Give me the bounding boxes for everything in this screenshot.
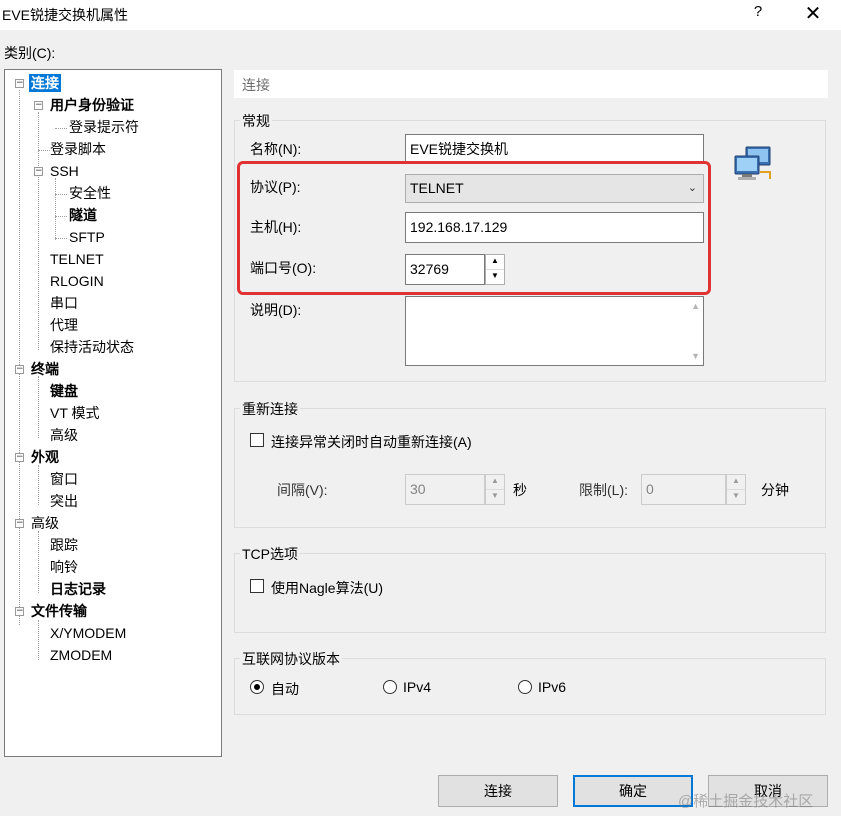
section-title: 连接 [242, 77, 270, 93]
description-textarea[interactable]: ▲ ▼ [405, 296, 704, 366]
help-button[interactable]: ? [744, 3, 772, 25]
tree-item-xymodem[interactable]: X/YMODEM [50, 624, 126, 642]
tree-item-highlight[interactable]: 突出 [50, 492, 78, 510]
nagle-label: 使用Nagle算法(U) [271, 580, 384, 596]
tree-connector-line [55, 216, 67, 217]
ipv6-radio[interactable] [518, 680, 532, 694]
tree-item-zmodem[interactable]: ZMODEM [50, 646, 112, 664]
collapse-toggle-icon[interactable]: − [15, 365, 24, 374]
collapse-toggle-icon[interactable]: − [15, 79, 24, 88]
tree-connector-line [55, 178, 56, 240]
limit-spinner[interactable]: ▲ ▼ [726, 474, 746, 505]
collapse-toggle-icon[interactable]: − [34, 167, 43, 176]
limit-label: 限制(L): [579, 482, 628, 498]
reconnect-group [234, 408, 826, 528]
spin-up-icon[interactable]: ▲ [727, 475, 745, 490]
ip-auto-label: 自动 [271, 681, 299, 697]
ipv4-radio[interactable] [383, 680, 397, 694]
tree-item-terminal-advanced[interactable]: 高级 [50, 426, 78, 444]
interval-spinner[interactable]: ▲ ▼ [485, 474, 505, 505]
spin-up-icon[interactable]: ▲ [486, 475, 504, 490]
tree-connector-line [55, 194, 67, 195]
tree-item-proxy[interactable]: 代理 [50, 316, 78, 334]
ipv6-label: IPv6 [538, 679, 567, 695]
window-title: EVE锐捷交换机属性 [2, 7, 129, 23]
reconnect-group-title: 重新连接 [240, 399, 300, 419]
ip-version-group-title: 互联网协议版本 [240, 649, 342, 669]
section-header: 连接 [234, 70, 828, 98]
collapse-toggle-icon[interactable]: − [15, 607, 24, 616]
tree-item-logging[interactable]: 日志记录 [50, 580, 106, 598]
tree-item-trace[interactable]: 跟踪 [50, 536, 78, 554]
name-input[interactable]: EVE锐捷交换机 [405, 134, 704, 164]
tree-item-window[interactable]: 窗口 [50, 470, 78, 488]
description-label: 说明(D): [250, 302, 302, 318]
tree-item-keyboard[interactable]: 键盘 [50, 382, 78, 400]
highlight-box [237, 161, 711, 295]
tree-item-keepalive[interactable]: 保持活动状态 [50, 338, 134, 356]
limit-unit: 分钟 [761, 482, 789, 498]
tree-item-authentication[interactable]: 用户身份验证 [50, 96, 134, 114]
tree-item-bell[interactable]: 响铃 [50, 558, 78, 576]
tree-connector-line [38, 531, 39, 593]
tree-connector-line [19, 90, 20, 625]
interval-input[interactable]: 30 [405, 474, 485, 505]
spin-down-icon[interactable]: ▼ [727, 490, 745, 505]
tcp-group-title: TCP选项 [240, 544, 300, 564]
ip-auto-radio[interactable] [250, 680, 264, 694]
tree-item-vt-mode[interactable]: VT 模式 [50, 404, 100, 422]
network-computers-icon [734, 146, 771, 180]
interval-unit: 秒 [513, 482, 527, 498]
scroll-down-icon[interactable]: ▼ [691, 351, 700, 361]
tree-item-tunnel[interactable]: 隧道 [69, 206, 97, 224]
tree-connector-line [55, 128, 67, 129]
tree-item-terminal[interactable]: 终端 [31, 360, 59, 378]
ok-button[interactable]: 确定 [573, 775, 693, 807]
tree-item-login-script[interactable]: 登录脚本 [50, 140, 106, 158]
close-button[interactable]: ✕ [798, 1, 828, 25]
tree-item-ssh[interactable]: SSH [50, 162, 79, 180]
general-group-title: 常规 [240, 111, 272, 131]
limit-input[interactable]: 0 [641, 474, 726, 505]
tree-connector-line [38, 150, 50, 151]
category-label: 类别(C): [4, 45, 56, 61]
tree-connector-line [55, 238, 67, 239]
tree-item-file-transfer[interactable]: 文件传输 [31, 602, 87, 620]
tree-item-login-prompt[interactable]: 登录提示符 [69, 118, 139, 136]
tree-connector-line [38, 620, 39, 660]
connect-button[interactable]: 连接 [438, 775, 558, 807]
name-label: 名称(N): [250, 141, 302, 157]
tree-item-rlogin[interactable]: RLOGIN [50, 272, 104, 290]
scroll-up-icon[interactable]: ▲ [691, 301, 700, 311]
tree-connector-line [38, 112, 39, 350]
tree-connector-line [38, 376, 39, 438]
interval-label: 间隔(V): [277, 482, 328, 498]
tree-item-connection[interactable]: 连接 [29, 74, 61, 92]
nagle-checkbox[interactable] [250, 579, 264, 593]
collapse-toggle-icon[interactable]: − [34, 101, 43, 110]
tree-item-appearance[interactable]: 外观 [31, 448, 59, 466]
watermark: @稀土掘金技术社区 [678, 793, 814, 810]
collapse-toggle-icon[interactable]: − [15, 519, 24, 528]
tree-item-sftp[interactable]: SFTP [69, 228, 105, 246]
ipv4-label: IPv4 [403, 679, 432, 695]
category-tree[interactable]: − − − − − − − 连接 用户身份验证 登录提示符 登录脚本 SSH 安… [4, 69, 222, 757]
tree-item-telnet[interactable]: TELNET [50, 250, 104, 268]
tree-item-advanced[interactable]: 高级 [31, 514, 59, 532]
tree-connector-line [38, 465, 39, 505]
tree-item-security[interactable]: 安全性 [69, 184, 111, 202]
auto-reconnect-label: 连接异常关闭时自动重新连接(A) [271, 434, 472, 450]
collapse-toggle-icon[interactable]: − [15, 453, 24, 462]
spin-down-icon[interactable]: ▼ [486, 490, 504, 505]
auto-reconnect-checkbox[interactable] [250, 433, 264, 447]
tree-item-serial[interactable]: 串口 [50, 294, 78, 312]
